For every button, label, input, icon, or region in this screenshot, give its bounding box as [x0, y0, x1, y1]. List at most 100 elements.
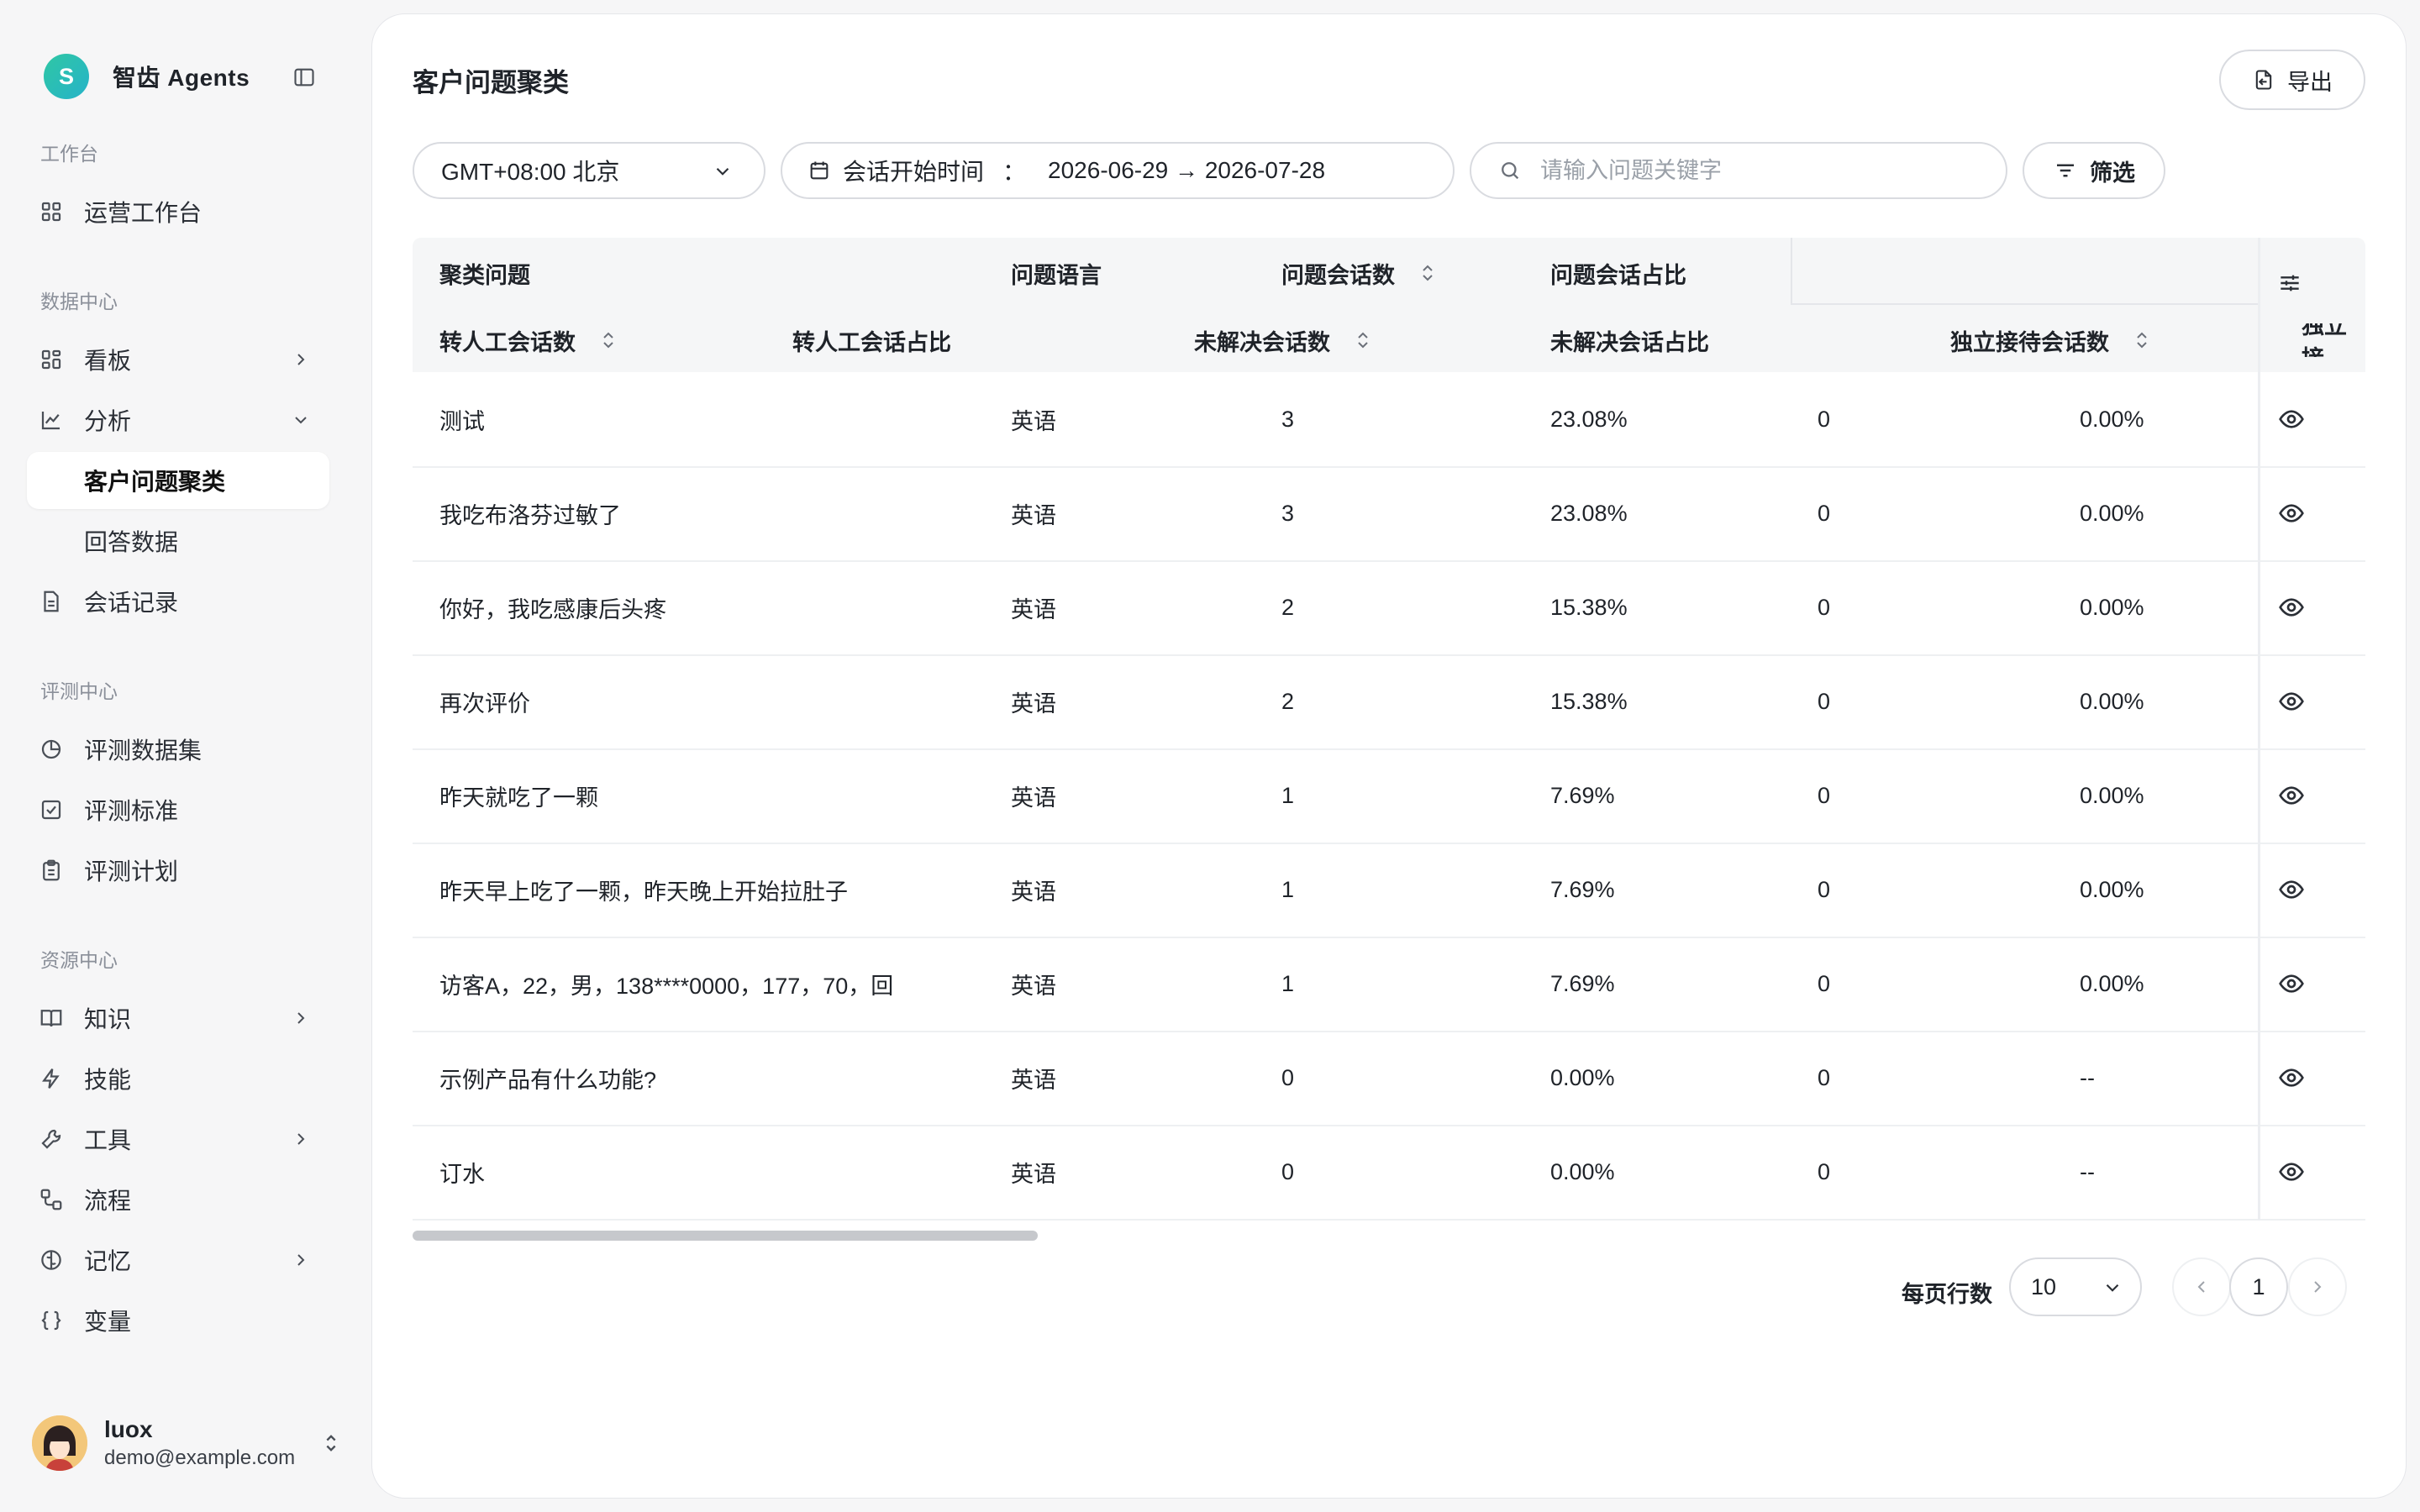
header-cluster-question: 聚类问题 — [439, 262, 530, 288]
prev-page-button[interactable] — [2172, 1257, 2231, 1316]
sidebar-item-memory[interactable]: 记忆 — [27, 1231, 329, 1289]
date-range-picker[interactable]: 会话开始时间 ： 2026-06-29 → 2026-07-28 — [781, 142, 1455, 199]
date-range-value: 2026-06-29 → 2026-07-28 — [1048, 157, 1326, 183]
sidebar-item-eval-plan[interactable]: 评测计划 — [27, 842, 329, 899]
sort-icon[interactable] — [2133, 329, 2151, 351]
cell-language: 英语 — [1011, 502, 1056, 528]
header-question-session-ratio: 问题会话占比 — [1550, 262, 1686, 288]
sidebar-item-ops-workspace[interactable]: 运营工作台 — [27, 183, 329, 240]
header-independent-sessions[interactable]: 独立接待会话数 — [1950, 323, 2151, 357]
next-page-button[interactable] — [2288, 1257, 2347, 1316]
header-label: 转人工会话数 — [439, 329, 576, 355]
sort-icon[interactable] — [599, 329, 618, 351]
user-menu[interactable]: luox demo@example.com — [32, 1411, 343, 1475]
cell-session-count: 2 — [1281, 688, 1295, 714]
sidebar-item-label: 运营工作台 — [84, 200, 203, 226]
cell-session-ratio: 0.00% — [1550, 1064, 1615, 1090]
view-eye-icon[interactable] — [2278, 970, 2305, 997]
filter-button[interactable]: 筛选 — [2023, 142, 2165, 199]
chart-icon — [39, 407, 64, 433]
cell-session-count: 0 — [1281, 1064, 1295, 1090]
page-title: 客户问题聚类 — [413, 68, 569, 97]
cell-session-ratio: 23.08% — [1550, 406, 1628, 432]
cell-question: 你好，我吃感康后头疼 — [439, 596, 666, 622]
cell-session-ratio: 7.69% — [1550, 782, 1615, 808]
sidebar-item-label: 变量 — [84, 1309, 132, 1335]
sidebar-item-answer-data[interactable]: 回答数据 — [27, 512, 329, 570]
pagination: 每页行数 10 1 — [372, 1257, 2406, 1325]
scrollbar-thumb[interactable] — [413, 1231, 1038, 1241]
table-row: 我吃布洛芬过敏了 英语 3 23.08% 0 0.00% — [413, 466, 2365, 562]
view-eye-icon[interactable] — [2278, 876, 2305, 903]
view-eye-icon[interactable] — [2278, 594, 2305, 621]
export-button[interactable]: 导出 — [2219, 50, 2365, 110]
chevron-right-icon — [291, 1129, 311, 1149]
sidebar-item-question-clustering[interactable]: 客户问题聚类 — [27, 452, 329, 509]
search-box[interactable] — [1470, 142, 2007, 199]
sidebar-item-tools[interactable]: 工具 — [27, 1110, 329, 1168]
wrench-icon — [39, 1126, 64, 1152]
cell-session-ratio: 7.69% — [1550, 876, 1615, 902]
sidebar-item-flow[interactable]: 流程 — [27, 1171, 329, 1228]
cell-session-count: 1 — [1281, 782, 1295, 808]
timezone-select[interactable]: GMT+08:00 北京 — [413, 142, 765, 199]
user-name: luox — [104, 1416, 153, 1442]
view-eye-icon[interactable] — [2278, 500, 2305, 527]
cell-language: 英语 — [1011, 1067, 1056, 1093]
rows-per-page-select[interactable]: 10 — [2009, 1257, 2142, 1316]
cell-handoff-count: 0 — [1818, 970, 1831, 996]
header-independent-truncated: 独立接 — [2302, 323, 2347, 357]
chevron-left-icon — [2197, 1281, 2205, 1293]
column-settings-icon[interactable] — [2276, 270, 2303, 297]
header-unresolved-sessions[interactable]: 未解决会话数 — [1194, 323, 1372, 357]
chevron-down-icon — [712, 160, 734, 182]
brand: S 智齿 Agents — [44, 49, 346, 104]
sidebar-item-label: 评测数据集 — [84, 738, 203, 764]
cell-handoff-ratio: 0.00% — [2080, 594, 2144, 620]
export-icon — [2252, 68, 2275, 92]
cell-handoff-ratio: -- — [2080, 1158, 2095, 1184]
view-eye-icon[interactable] — [2278, 1158, 2305, 1185]
sidebar-item-eval-dataset[interactable]: 评测数据集 — [27, 721, 329, 778]
dashboard-icon — [39, 347, 64, 372]
date-label: 会话开始时间 — [843, 159, 985, 185]
page-number-button[interactable]: 1 — [2229, 1257, 2288, 1316]
header-handoff-sessions[interactable]: 转人工会话数 — [439, 323, 618, 357]
sidebar-item-knowledge[interactable]: 知识 — [27, 990, 329, 1047]
cell-question: 昨天早上吃了一颗，昨天晚上开始拉肚子 — [439, 879, 848, 905]
cell-language: 英语 — [1011, 690, 1056, 717]
sidebar-item-label: 分析 — [84, 408, 132, 434]
sidebar-item-variables[interactable]: 变量 — [27, 1292, 329, 1349]
sidebar-item-eval-criteria[interactable]: 评测标准 — [27, 781, 329, 838]
header-question-sessions[interactable]: 问题会话数 — [1281, 256, 1437, 290]
horizontal-scrollbar[interactable] — [413, 1231, 2365, 1241]
view-eye-icon[interactable] — [2278, 1064, 2305, 1091]
cell-handoff-ratio: 0.00% — [2080, 500, 2144, 526]
lightning-icon — [39, 1066, 64, 1091]
sidebar-item-skills[interactable]: 技能 — [27, 1050, 329, 1107]
sidebar-item-analysis[interactable]: 分析 — [27, 391, 329, 449]
header-label: 未解决会话数 — [1194, 329, 1330, 355]
search-input[interactable] — [1539, 156, 1962, 185]
view-eye-icon[interactable] — [2278, 688, 2305, 715]
cell-handoff-count: 0 — [1818, 1064, 1831, 1090]
header-divider — [1791, 238, 1792, 305]
sidebar-item-dashboard[interactable]: 看板 — [27, 331, 329, 388]
table-row: 访客A，22，男，138****0000，177，70，回 英语 1 7.69% 0 0.… — [413, 937, 2365, 1032]
sidebar-item-conversation-records[interactable]: 会话记录 — [27, 573, 329, 630]
cell-handoff-count: 0 — [1818, 876, 1831, 902]
cell-handoff-ratio: 0.00% — [2080, 970, 2144, 996]
view-eye-icon[interactable] — [2278, 782, 2305, 809]
view-eye-icon[interactable] — [2278, 406, 2305, 433]
header-unresolved-ratio: 未解决会话占比 — [1550, 329, 1709, 355]
cell-question: 我吃布洛芬过敏了 — [439, 502, 621, 528]
sidebar: S 智齿 Agents 工作台 运营工作台 数据中心 看板 分析 客户问题聚类 … — [0, 0, 370, 1512]
sticky-column-divider — [2258, 238, 2260, 1221]
sort-icon[interactable] — [1418, 262, 1437, 284]
sidebar-toggle-icon[interactable] — [292, 66, 316, 89]
cell-handoff-count: 0 — [1818, 500, 1831, 526]
cell-session-count: 3 — [1281, 500, 1295, 526]
sort-icon[interactable] — [1354, 329, 1372, 351]
table-row: 订水 英语 0 0.00% 0 -- — [413, 1125, 2365, 1221]
cell-question: 订水 — [439, 1161, 485, 1187]
